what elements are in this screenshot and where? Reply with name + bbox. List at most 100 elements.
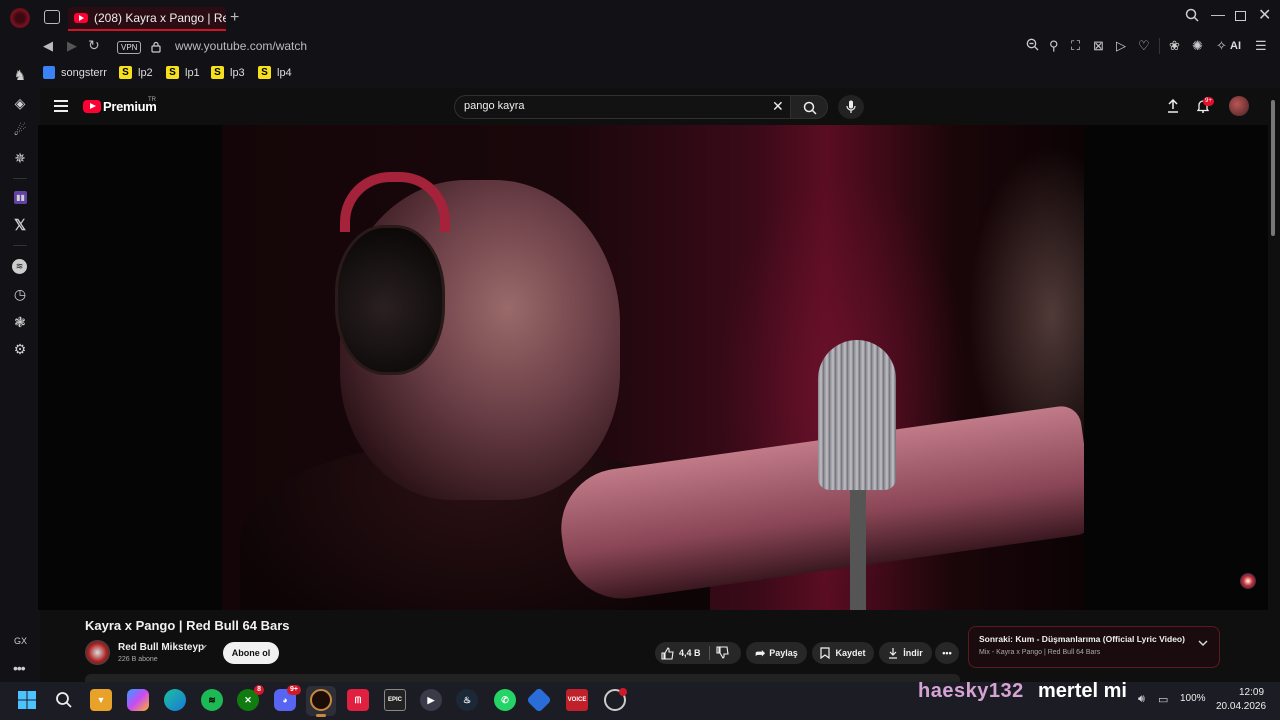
voicemeeter-icon[interactable]: VOICE <box>566 689 588 711</box>
msi-app-icon[interactable]: ᗰ <box>347 689 369 711</box>
dislike-button[interactable] <box>716 646 729 664</box>
xbox-icon[interactable]: ✕ 8 <box>237 685 264 711</box>
twitch-icon[interactable]: ▮▮ <box>14 191 27 204</box>
chevron-down-icon[interactable] <box>1198 639 1208 650</box>
gx-control-icon[interactable]: ❀ <box>1169 38 1180 54</box>
up-next-title[interactable]: Sonraki: Kum - Düşmanlarıma (Official Ly… <box>979 634 1185 644</box>
tab-island-icon[interactable] <box>44 10 60 24</box>
minimize-button[interactable]: — <box>1211 6 1225 22</box>
opera-gx-taskbar-icon[interactable] <box>310 689 332 711</box>
channel-watermark-icon[interactable] <box>1240 573 1256 589</box>
bookmark-lp3[interactable]: S lp3 <box>211 66 245 79</box>
whatsapp-icon[interactable]: ✆ <box>494 689 516 711</box>
settings-gear-icon[interactable]: ⚙ <box>12 341 28 357</box>
zoom-out-icon[interactable] <box>1026 38 1039 54</box>
video-frame[interactable] <box>222 125 1084 610</box>
bookmark-label: songsterr <box>61 66 107 79</box>
menu-hamburger-icon[interactable] <box>54 100 68 112</box>
like-count: 4,4 B <box>679 648 701 658</box>
save-button[interactable]: Kaydet <box>812 642 874 664</box>
copilot-icon[interactable] <box>127 689 149 711</box>
heart-icon[interactable]: ♡ <box>1138 38 1150 54</box>
up-next-card[interactable] <box>968 626 1220 668</box>
video-title: Kayra x Pango | Red Bull 64 Bars <box>85 618 290 633</box>
battery-percent: 100% <box>1180 693 1206 704</box>
vpn-badge[interactable]: VPN <box>117 41 142 54</box>
s-bookmark-icon: S <box>166 66 179 79</box>
share-button[interactable]: ➦ Paylaş <box>746 642 807 664</box>
xbox-badge: 8 <box>254 685 264 695</box>
user-avatar[interactable] <box>1229 96 1249 116</box>
edge-browser-icon[interactable] <box>164 689 186 711</box>
adblock-icon[interactable]: ⊠ <box>1093 38 1104 54</box>
back-icon[interactable]: ◀ <box>43 38 53 54</box>
easy-setup-icon[interactable]: ☰ <box>1255 38 1267 54</box>
search-tabs-icon[interactable] <box>1185 8 1199 25</box>
more-actions-icon[interactable]: ••• <box>935 642 959 664</box>
spotify-icon[interactable]: ≋ <box>12 259 27 274</box>
extensions-icon[interactable]: ❃ <box>12 314 28 330</box>
sidebar-more-icon[interactable]: ••• <box>13 660 26 676</box>
subscribe-button[interactable]: Abone ol <box>223 642 279 664</box>
volume-icon[interactable]: 🔊︎ <box>1138 693 1145 706</box>
bookmark-lp1[interactable]: S lp1 <box>166 66 200 79</box>
channel-name[interactable]: Red Bull Miksteyp <box>118 642 204 653</box>
sidebar-gaming-icon[interactable]: ♞ <box>12 67 28 83</box>
gx-cleaner-icon[interactable]: ✺ <box>1192 38 1203 54</box>
s-bookmark-icon: S <box>258 66 271 79</box>
page-scrollbar[interactable] <box>1271 100 1275 236</box>
opera-gx-logo-icon[interactable] <box>10 8 30 28</box>
upload-icon[interactable] <box>1166 98 1180 113</box>
channel-avatar[interactable] <box>85 640 110 665</box>
clock-date[interactable]: 20.04.2026 <box>1216 701 1266 712</box>
bookmark-icon <box>820 647 831 659</box>
reload-icon[interactable]: ↻ <box>88 37 100 54</box>
spotify-taskbar-icon[interactable]: ≋ <box>201 689 223 711</box>
taskbar-search-icon[interactable] <box>53 689 75 711</box>
url-field[interactable]: www.youtube.com/watch <box>175 39 307 53</box>
sidebar-gx-control-icon[interactable]: ✵ <box>12 150 28 166</box>
recording-app-icon[interactable] <box>604 688 627 711</box>
pin-icon[interactable]: ⚲ <box>1049 38 1059 54</box>
active-tab[interactable]: (208) Kayra x Pango | Red <box>68 7 226 31</box>
clear-search-icon[interactable]: ✕ <box>772 98 784 115</box>
battery-icon[interactable]: ▭ <box>1158 693 1168 706</box>
sidebar-gx-corner-icon[interactable]: ◈ <box>12 95 28 111</box>
share-label: Paylaş <box>769 648 798 658</box>
share-icon: ➦ <box>755 646 766 660</box>
search-icon <box>803 101 817 115</box>
lock-icon[interactable] <box>151 40 161 53</box>
youtube-logo-icon[interactable] <box>83 100 101 113</box>
discord-icon[interactable]: ◕ 9+ <box>274 685 301 711</box>
search-input[interactable]: pango kayra <box>464 100 525 112</box>
description-box-peek[interactable] <box>85 674 960 682</box>
clock-time[interactable]: 12:09 <box>1239 687 1264 698</box>
aria-ai-icon[interactable]: ✧ <box>1216 38 1227 54</box>
ai-label[interactable]: AI <box>1230 40 1241 52</box>
forward-icon[interactable]: ▶ <box>67 38 77 54</box>
media-player-icon[interactable]: ▶ <box>420 689 442 711</box>
windows-start-icon[interactable] <box>16 689 38 711</box>
x-twitter-icon[interactable]: 𝕏 <box>12 218 28 234</box>
bookmark-label: lp1 <box>185 66 200 79</box>
snapshot-icon[interactable]: ⛶ <box>1071 38 1080 54</box>
history-icon[interactable]: ◷ <box>12 286 28 302</box>
new-tab-button[interactable]: + <box>230 9 239 27</box>
bookmark-lp2[interactable]: S lp2 <box>119 66 153 79</box>
bookmark-songsterr[interactable]: songsterr <box>43 66 107 79</box>
search-button[interactable] <box>790 95 828 119</box>
download-button[interactable]: İndir <box>879 642 932 664</box>
bookmark-lp4[interactable]: S lp4 <box>258 66 292 79</box>
close-window-button[interactable]: ✕ <box>1258 5 1271 25</box>
gx-label[interactable]: GX <box>14 636 27 646</box>
maximize-button[interactable] <box>1235 11 1246 21</box>
sidebar-ai-icon[interactable]: ☄ <box>12 122 28 138</box>
like-button[interactable]: 4,4 B <box>661 646 701 660</box>
steam-icon[interactable]: ♨ <box>456 689 478 711</box>
brave-browser-icon[interactable]: ▼ <box>90 689 112 711</box>
player-icon[interactable]: ▷ <box>1116 38 1126 54</box>
discord-badge: 9+ <box>287 685 301 695</box>
epic-games-icon[interactable]: EPIC <box>384 689 406 711</box>
voice-search-button[interactable] <box>838 95 864 119</box>
like-divider <box>709 646 710 660</box>
